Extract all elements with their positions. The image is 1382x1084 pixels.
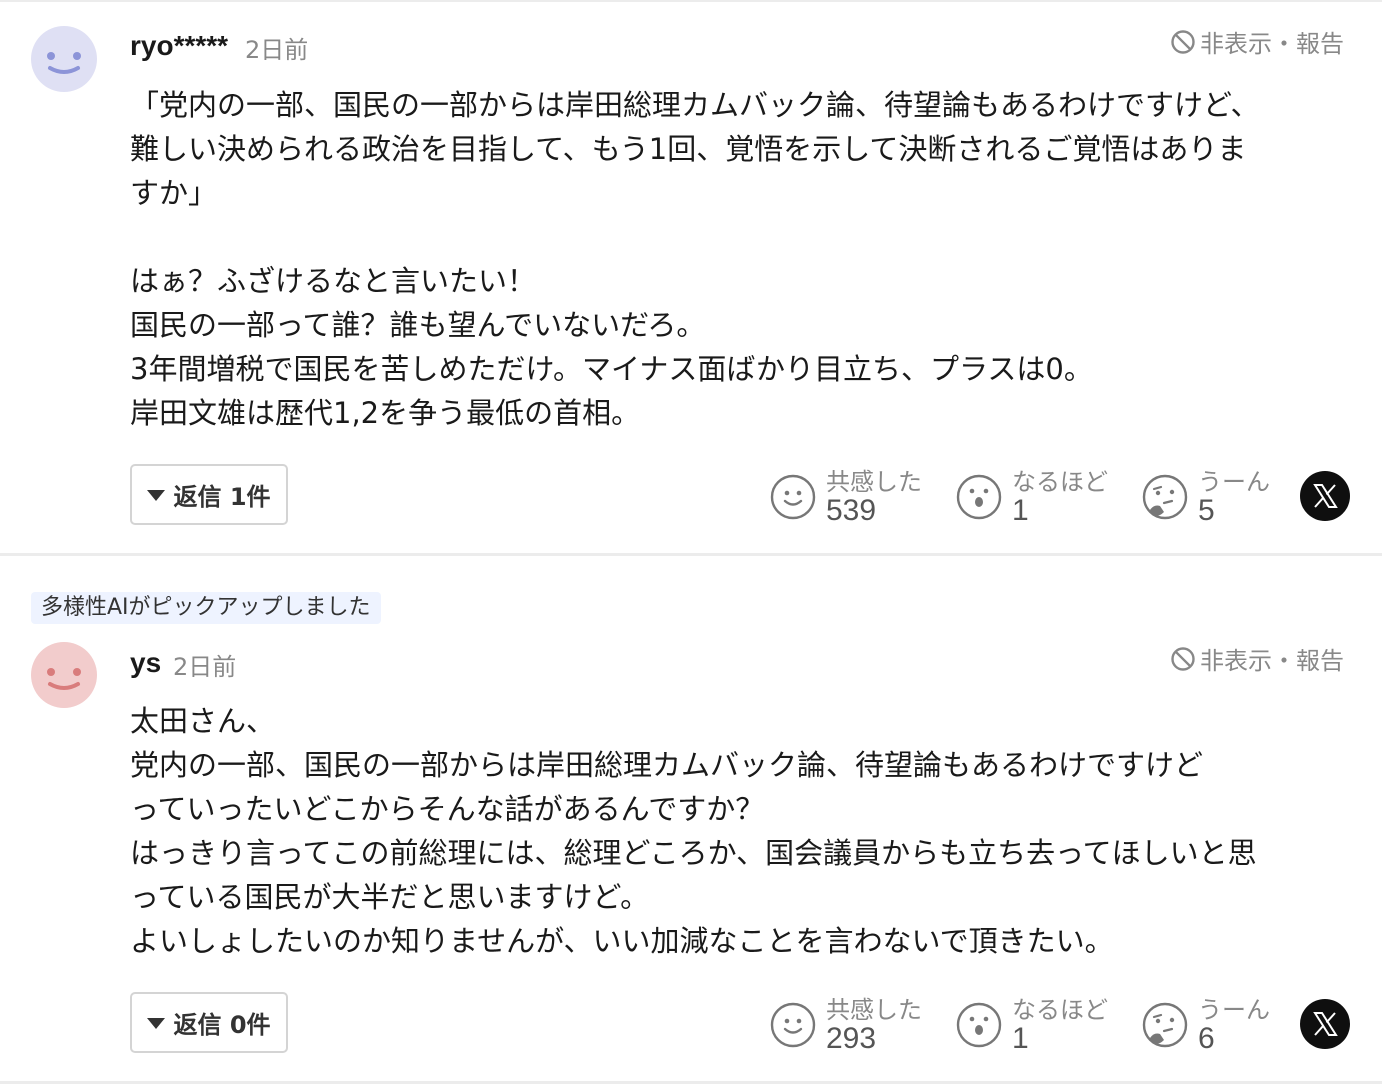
- caret-down-icon: [147, 490, 166, 501]
- comment-line: 岸田文雄は歴代1,2を争う最低の首相。: [130, 396, 641, 430]
- reaction-uun-button[interactable]: うーん 6: [1142, 990, 1282, 1060]
- avatar[interactable]: [31, 26, 97, 92]
- thinking-icon: [1142, 474, 1188, 520]
- ai-pickup-badge: 多様性AIがピックアップしました: [31, 592, 381, 624]
- comment-line: はぁ？ふざけるなと言いたい！: [130, 264, 537, 298]
- prohibit-icon: [1171, 646, 1195, 671]
- reaction-count: 1: [1012, 1022, 1029, 1055]
- prohibit-icon: [1171, 29, 1195, 54]
- comment-line: はっきり言ってこの前総理には、総理どころか、国会議員からも立ち去ってほしいと思: [130, 836, 1257, 870]
- comment-line: 難しい決められる政治を目指して、もう1回、覚悟を示して決断されるご覚悟はありま: [130, 132, 1247, 166]
- comment-line: 3年間増税で国民を苦しめただけ。マイナス面ばかり目立ち、プラスは0。: [130, 352, 1093, 386]
- comment-line: 「党内の一部、国民の一部からは岸田総理カムバック論、待望論もあるわけですけど、: [130, 88, 1260, 122]
- reply-toggle-button[interactable]: 返信 0件: [130, 992, 288, 1053]
- smile-icon: [770, 474, 816, 520]
- reaction-empathy-button[interactable]: 共感した 539: [770, 462, 930, 532]
- comment-line: 党内の一部、国民の一部からは岸田総理カムバック論、待望論もあるわけですけど: [130, 748, 1204, 782]
- reply-count-label: 返信 0件: [173, 1011, 271, 1039]
- x-logo-icon: [1313, 484, 1338, 508]
- comment-item: ryo***** 2日前 非表示・報告 「党内の一部、国民の一部からは岸田総理カ…: [0, 0, 1382, 553]
- comment-body: 太田さん、 党内の一部、国民の一部からは岸田総理カムバック論、待望論もあるわけで…: [130, 699, 1345, 963]
- reaction-label: なるほど: [1012, 996, 1108, 1024]
- post-date: 2日前: [245, 36, 309, 64]
- comment-divider: [0, 553, 1382, 556]
- smile-icon: [770, 1002, 816, 1048]
- comment-line: 太田さん、: [130, 704, 276, 738]
- surprised-icon: [956, 1002, 1002, 1048]
- comment-line: よいしょしたいのか知りませんが、いい加減なことを言わないで頂きたい。: [130, 924, 1114, 958]
- reaction-count: 293: [826, 1022, 877, 1055]
- x-logo-icon: [1313, 1012, 1338, 1036]
- reaction-count: 1: [1012, 494, 1029, 527]
- reaction-naruhodo-button[interactable]: なるほど 1: [956, 990, 1116, 1060]
- username[interactable]: ys: [130, 647, 161, 679]
- comment-line: っていったいどこからそんな話があるんですか？: [130, 792, 765, 826]
- reply-toggle-button[interactable]: 返信 1件: [130, 464, 288, 525]
- reaction-empathy-button[interactable]: 共感した 293: [770, 990, 930, 1060]
- reaction-count: 5: [1198, 494, 1215, 527]
- username[interactable]: ryo*****: [130, 30, 228, 62]
- surprised-icon: [956, 474, 1002, 520]
- reaction-label: 共感した: [826, 996, 922, 1024]
- reaction-naruhodo-button[interactable]: なるほど 1: [956, 462, 1116, 532]
- comment-line: 国民の一部って誰？誰も望んでいないだろ。: [130, 308, 706, 342]
- post-date: 2日前: [173, 653, 237, 681]
- reaction-count: 539: [826, 494, 877, 527]
- reaction-label: なるほど: [1012, 468, 1108, 496]
- comment-line-blank: [130, 215, 1345, 259]
- hide-report-button[interactable]: 非表示・報告: [1170, 641, 1344, 676]
- thinking-icon: [1142, 1002, 1188, 1048]
- hide-report-label: 非表示・報告: [1200, 647, 1344, 675]
- reply-count-label: 返信 1件: [173, 483, 271, 511]
- hide-report-button[interactable]: 非表示・報告: [1170, 24, 1344, 59]
- hide-report-label: 非表示・報告: [1200, 30, 1344, 58]
- reaction-uun-button[interactable]: うーん 5: [1142, 462, 1282, 532]
- comment-line: すか」: [130, 176, 218, 210]
- reaction-count: 6: [1198, 1022, 1215, 1055]
- share-x-button[interactable]: [1300, 471, 1350, 521]
- reaction-label: うーん: [1198, 468, 1270, 496]
- comment-line: っている国民が大半だと思いますけど。: [130, 880, 650, 914]
- avatar[interactable]: [31, 642, 97, 708]
- share-x-button[interactable]: [1300, 999, 1350, 1049]
- reaction-label: うーん: [1198, 996, 1270, 1024]
- comment-body: 「党内の一部、国民の一部からは岸田総理カムバック論、待望論もあるわけですけど、 …: [130, 83, 1345, 435]
- reaction-label: 共感した: [826, 468, 922, 496]
- caret-down-icon: [147, 1018, 166, 1029]
